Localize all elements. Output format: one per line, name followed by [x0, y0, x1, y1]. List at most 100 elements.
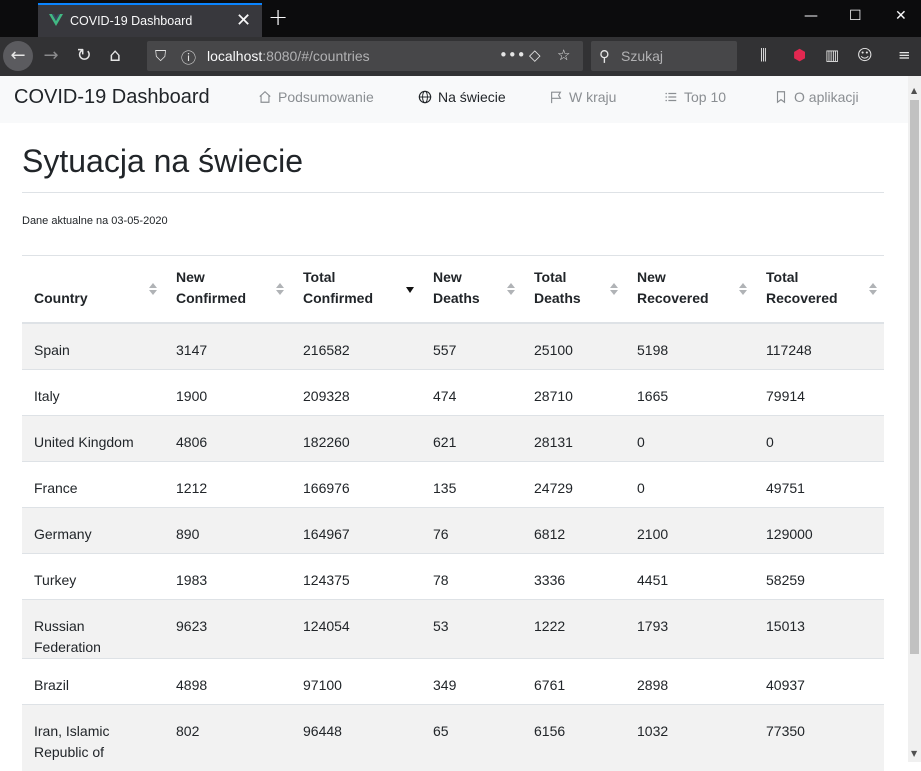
sort-desc-icon[interactable] [405, 281, 415, 297]
search-icon: ⚲ [599, 47, 610, 65]
library-icon[interactable]: ⫼ [760, 46, 767, 64]
bookmark-star-icon[interactable]: ☆ [557, 46, 570, 64]
country-cell: Germany [22, 506, 164, 553]
nav-na-swiecie[interactable]: Na świecie [418, 89, 506, 105]
sort-icon[interactable] [275, 281, 285, 297]
table-cell: 1665 [625, 368, 754, 415]
minimize-icon[interactable]: — [804, 8, 818, 24]
close-tab-icon[interactable]: ✕ [236, 10, 251, 30]
url-text[interactable]: localhost:8080/#/countries [207, 48, 370, 64]
table-cell: 1793 [625, 598, 754, 658]
nav-top-10[interactable]: Top 10 [664, 89, 726, 105]
data-updated-note: Dane aktualne na 03-05-2020 [22, 215, 168, 227]
sort-icon[interactable] [868, 281, 878, 297]
table-cell: 0 [625, 414, 754, 461]
sort-icon[interactable] [738, 281, 748, 297]
table-cell: 25100 [522, 323, 625, 369]
table-cell: 117248 [754, 323, 884, 369]
table-cell: 474 [421, 368, 522, 415]
ublock-icon[interactable]: ⬢ [793, 46, 806, 64]
table-cell: 76 [421, 506, 522, 553]
table-row[interactable]: Italy 1900 209328 474 28710 1665 79914 [22, 368, 884, 415]
menu-icon[interactable]: ≡ [898, 46, 911, 64]
sidebar-icon[interactable]: ▥ [825, 46, 839, 64]
table-cell: 58259 [754, 552, 884, 599]
table-row[interactable]: Germany 890 164967 76 6812 2100 129000 [22, 506, 884, 553]
table-cell: 621 [421, 414, 522, 461]
table-cell: 4806 [164, 414, 291, 461]
browser-tab-bar: COVID-19 Dashboard ✕ + — ☐ ✕ [0, 0, 921, 37]
table-row[interactable]: United Kingdom 4806 182260 621 28131 0 0 [22, 414, 884, 461]
country-cell: Italy [22, 368, 164, 415]
table-row[interactable]: Russian Federation 9623 124054 53 1222 1793 15… [22, 598, 884, 658]
account-icon[interactable]: ☺ [857, 46, 873, 64]
browser-toolbar: ← → ↻ ⌂ ⛉ ⓘ localhost:8080/#/countries •… [0, 37, 921, 76]
table-cell: 97100 [291, 657, 421, 704]
back-icon[interactable]: ← [3, 41, 33, 71]
table-cell: 49751 [754, 460, 884, 507]
table-cell: 6156 [522, 703, 625, 771]
sort-icon[interactable] [609, 281, 619, 297]
table-cell: 78 [421, 552, 522, 599]
table-row[interactable]: France 1212 166976 135 24729 0 49751 [22, 460, 884, 507]
column-header-label: Country [34, 290, 88, 306]
countries-table: Country New Confirmed Total Confirmed New D… [22, 256, 884, 771]
sort-icon[interactable] [148, 281, 158, 297]
table-cell: 53 [421, 598, 522, 658]
info-icon[interactable]: ⓘ [181, 47, 196, 68]
app-navbar: COVID-19 Dashboard Podsumowanie Na świec… [0, 76, 908, 123]
column-header-label: Total Recovered [766, 269, 838, 306]
country-cell: Russian Federation [22, 598, 164, 658]
nav-podsumowanie[interactable]: Podsumowanie [258, 89, 374, 105]
table-cell: 6761 [522, 657, 625, 704]
url-bar[interactable]: ⛉ ⓘ localhost:8080/#/countries ••• ◇ ☆ [147, 41, 583, 71]
nav-w-kraju[interactable]: W kraju [549, 89, 616, 105]
table-cell: 4451 [625, 552, 754, 599]
pocket-icon[interactable]: ◇ [529, 46, 541, 64]
scrollbar-thumb[interactable] [910, 100, 919, 654]
country-cell: Brazil [22, 657, 164, 704]
page-actions-icon[interactable]: ••• [499, 46, 526, 64]
table-cell: 28131 [522, 414, 625, 461]
search-field[interactable]: ⚲ Szukaj [591, 41, 737, 71]
sort-icon[interactable] [506, 281, 516, 297]
nav-o-aplikacji[interactable]: O aplikacji [774, 89, 859, 105]
home-icon[interactable]: ⌂ [100, 41, 130, 71]
table-cell: 1900 [164, 368, 291, 415]
maximize-icon[interactable]: ☐ [849, 8, 862, 24]
column-header-label: Total Confirmed [303, 269, 373, 306]
browser-tab[interactable]: COVID-19 Dashboard ✕ [38, 3, 262, 37]
scroll-down-icon[interactable]: ▼ [911, 749, 917, 758]
table-cell: 65 [421, 703, 522, 771]
table-cell: 24729 [522, 460, 625, 507]
column-header-total-deaths[interactable]: Total Deaths [522, 256, 625, 324]
forward-icon[interactable]: → [36, 41, 66, 71]
table-cell: 77350 [754, 703, 884, 771]
table-cell: 15013 [754, 598, 884, 658]
reload-icon[interactable]: ↻ [69, 41, 99, 71]
close-window-icon[interactable]: ✕ [895, 8, 907, 24]
table-cell: 135 [421, 460, 522, 507]
globe-icon [418, 90, 432, 104]
table-cell: 166976 [291, 460, 421, 507]
list-icon [665, 92, 677, 102]
new-tab-icon[interactable]: + [268, 5, 288, 29]
divider [22, 192, 884, 193]
table-row[interactable]: Iran, Islamic Republic of 802 96448 65 6156 1… [22, 703, 884, 771]
brand[interactable]: COVID-19 Dashboard [14, 86, 210, 109]
table-row[interactable]: Spain 3147 216582 557 25100 5198 117248 [22, 323, 884, 369]
table-row[interactable]: Brazil 4898 97100 349 6761 2898 40937 [22, 657, 884, 704]
table-cell: 79914 [754, 368, 884, 415]
column-header-country[interactable]: Country [22, 256, 164, 324]
column-header-new-recovered[interactable]: New Recovered [625, 256, 754, 324]
column-header-new-deaths[interactable]: New Deaths [421, 256, 522, 324]
scroll-up-icon[interactable]: ▲ [911, 86, 917, 95]
column-header-new-confirmed[interactable]: New Confirmed [164, 256, 291, 324]
table-cell: 1222 [522, 598, 625, 658]
column-header-label: Total Deaths [534, 269, 581, 306]
column-header-total-recovered[interactable]: Total Recovered [754, 256, 884, 324]
column-header-total-confirmed[interactable]: Total Confirmed [291, 256, 421, 324]
shield-icon[interactable]: ⛉ [155, 47, 166, 65]
table-cell: 1212 [164, 460, 291, 507]
table-row[interactable]: Turkey 1983 124375 78 3336 4451 58259 [22, 552, 884, 599]
